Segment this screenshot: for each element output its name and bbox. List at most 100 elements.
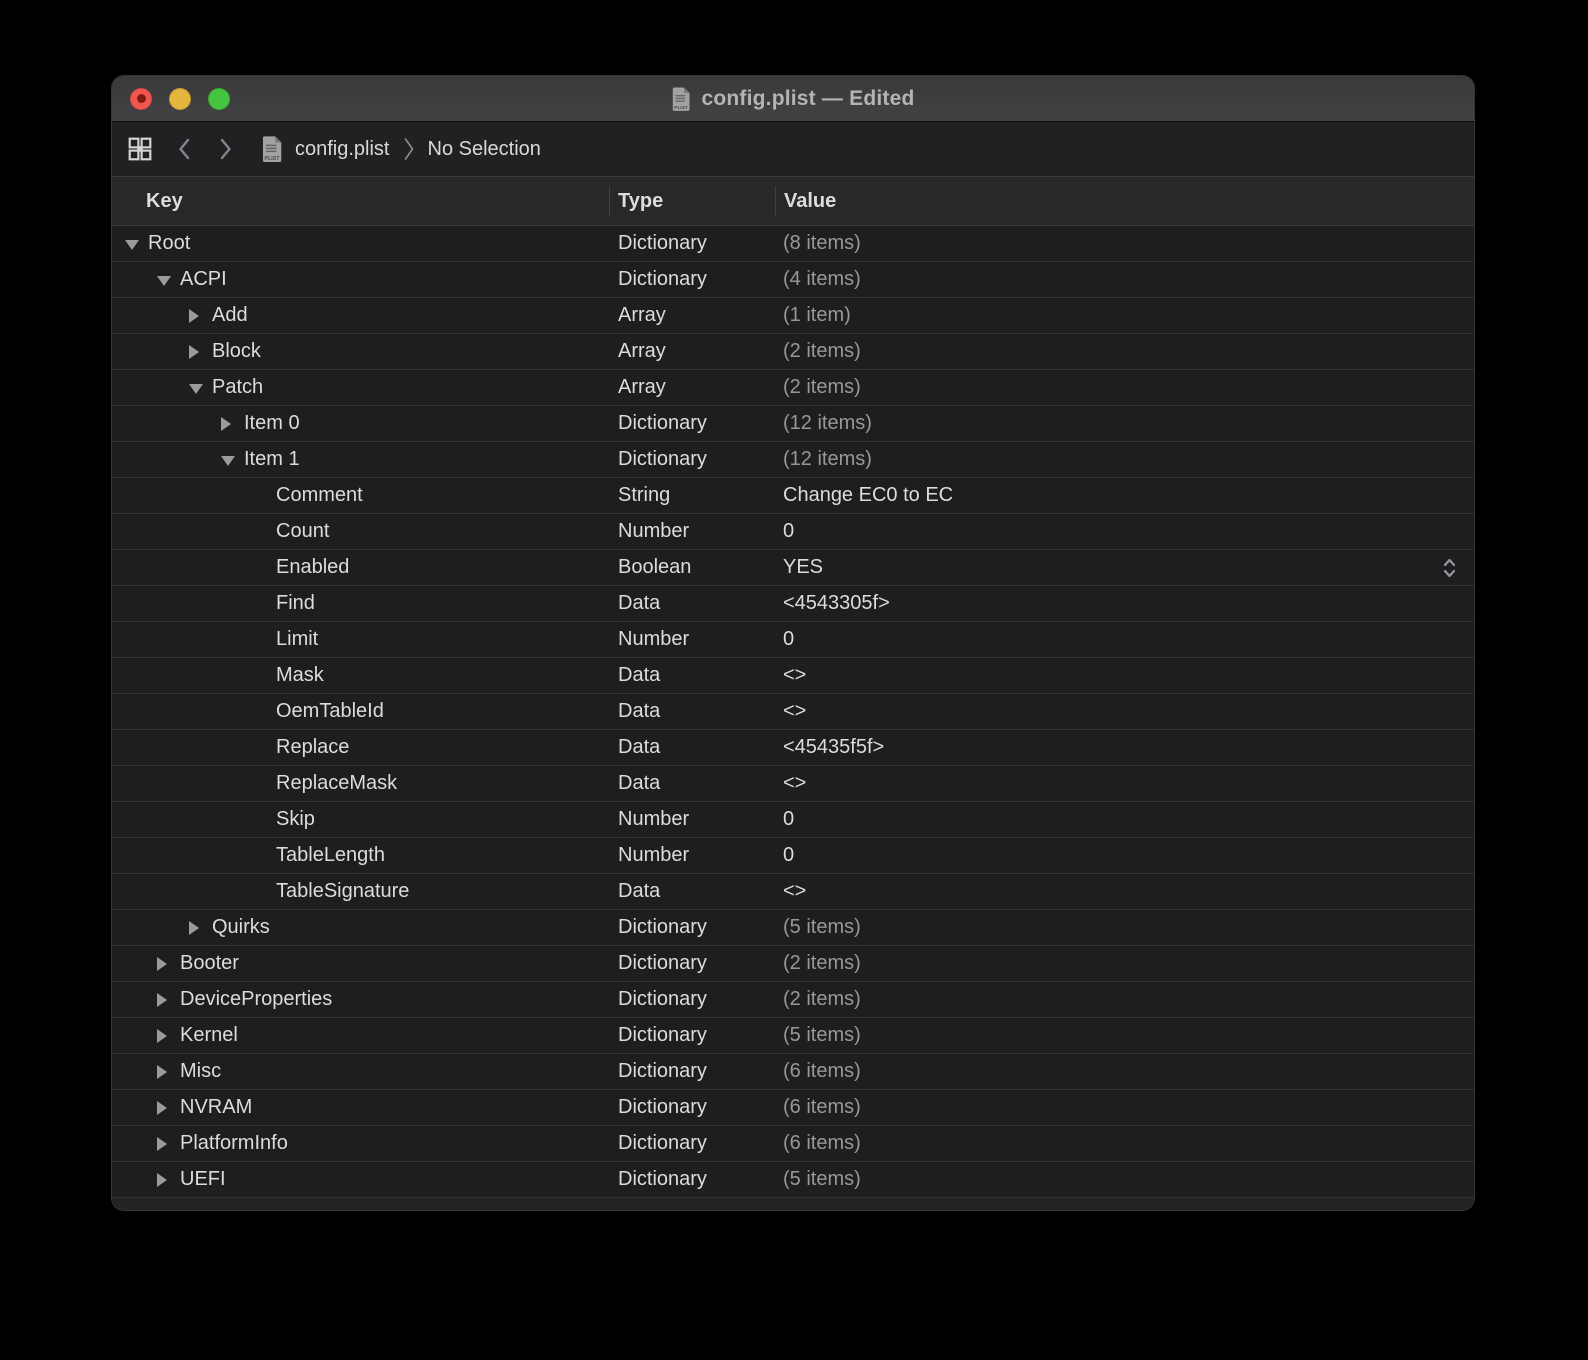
table-row[interactable]: Enabled Boolean YES bbox=[112, 550, 1474, 586]
row-value[interactable]: <> bbox=[783, 664, 806, 687]
row-value[interactable]: <> bbox=[783, 772, 806, 795]
row-type[interactable]: Number bbox=[609, 802, 775, 837]
row-type[interactable]: Data bbox=[609, 694, 775, 729]
table-row[interactable]: TableLength Number 0 bbox=[112, 838, 1474, 874]
table-row[interactable]: DeviceProperties Dictionary (2 items) bbox=[112, 982, 1474, 1018]
column-header-type[interactable]: Type bbox=[609, 177, 775, 225]
minimize-button[interactable] bbox=[169, 88, 191, 110]
zoom-button[interactable] bbox=[208, 88, 230, 110]
row-value[interactable]: (2 items) bbox=[783, 952, 861, 975]
row-type[interactable]: Dictionary bbox=[609, 1126, 775, 1161]
table-row[interactable]: ReplaceMask Data <> bbox=[112, 766, 1474, 802]
table-row[interactable]: Misc Dictionary (6 items) bbox=[112, 1054, 1474, 1090]
column-header-key[interactable]: Key bbox=[112, 177, 609, 225]
row-type[interactable]: Array bbox=[609, 334, 775, 369]
table-row[interactable]: Quirks Dictionary (5 items) bbox=[112, 910, 1474, 946]
row-type[interactable]: Data bbox=[609, 730, 775, 765]
row-type[interactable]: Dictionary bbox=[609, 1162, 775, 1197]
up-down-chevrons-icon[interactable] bbox=[1441, 553, 1458, 583]
disclosure-triangle-icon[interactable] bbox=[157, 1173, 167, 1187]
row-type[interactable]: Data bbox=[609, 766, 775, 801]
breadcrumb-selection[interactable]: No Selection bbox=[428, 138, 541, 161]
table-row[interactable]: ACPI Dictionary (4 items) bbox=[112, 262, 1474, 298]
table-row[interactable]: Mask Data <> bbox=[112, 658, 1474, 694]
row-type[interactable]: Dictionary bbox=[609, 262, 775, 297]
table-row[interactable]: Add Array (1 item) bbox=[112, 298, 1474, 334]
row-type[interactable]: Number bbox=[609, 514, 775, 549]
disclosure-triangle-icon[interactable] bbox=[189, 309, 199, 323]
row-type[interactable]: Dictionary bbox=[609, 1018, 775, 1053]
row-value[interactable]: 0 bbox=[783, 808, 794, 831]
table-row[interactable]: NVRAM Dictionary (6 items) bbox=[112, 1090, 1474, 1126]
row-value[interactable]: (2 items) bbox=[783, 376, 861, 399]
row-value[interactable]: <> bbox=[783, 880, 806, 903]
row-value[interactable]: (5 items) bbox=[783, 916, 861, 939]
disclosure-triangle-icon[interactable] bbox=[157, 276, 171, 286]
disclosure-triangle-icon[interactable] bbox=[221, 456, 235, 466]
table-row[interactable]: TableSignature Data <> bbox=[112, 874, 1474, 910]
table-row[interactable]: Item 1 Dictionary (12 items) bbox=[112, 442, 1474, 478]
row-value[interactable]: (5 items) bbox=[783, 1024, 861, 1047]
disclosure-triangle-icon[interactable] bbox=[157, 1065, 167, 1079]
row-type[interactable]: Data bbox=[609, 586, 775, 621]
breadcrumb-file[interactable]: config.plist bbox=[295, 138, 390, 161]
row-type[interactable]: Number bbox=[609, 838, 775, 873]
row-value[interactable]: (5 items) bbox=[783, 1168, 861, 1191]
row-value[interactable]: Change EC0 to EC bbox=[783, 484, 953, 507]
column-header-value[interactable]: Value bbox=[775, 177, 1474, 225]
table-row[interactable]: Replace Data <45435f5f> bbox=[112, 730, 1474, 766]
row-type[interactable]: Dictionary bbox=[609, 1090, 775, 1125]
table-row[interactable]: Patch Array (2 items) bbox=[112, 370, 1474, 406]
row-type[interactable]: Dictionary bbox=[609, 406, 775, 441]
row-value[interactable]: (2 items) bbox=[783, 340, 861, 363]
row-type[interactable]: Data bbox=[609, 658, 775, 693]
table-row[interactable]: Item 0 Dictionary (12 items) bbox=[112, 406, 1474, 442]
row-value[interactable]: <4543305f> bbox=[783, 592, 890, 615]
table-row[interactable]: OemTableId Data <> bbox=[112, 694, 1474, 730]
row-value[interactable]: (4 items) bbox=[783, 268, 861, 291]
row-type[interactable]: Dictionary bbox=[609, 946, 775, 981]
related-items-grid-icon[interactable] bbox=[127, 136, 153, 162]
row-type[interactable]: Boolean bbox=[609, 550, 775, 585]
row-value[interactable]: (8 items) bbox=[783, 232, 861, 255]
titlebar[interactable]: config.plist — Edited bbox=[112, 76, 1474, 122]
table-row[interactable]: Limit Number 0 bbox=[112, 622, 1474, 658]
row-type[interactable]: Number bbox=[609, 622, 775, 657]
row-type[interactable]: Dictionary bbox=[609, 1054, 775, 1089]
row-type[interactable]: Array bbox=[609, 298, 775, 333]
close-button-edited-dot[interactable] bbox=[130, 88, 152, 110]
row-value[interactable]: 0 bbox=[783, 844, 794, 867]
table-row[interactable]: Skip Number 0 bbox=[112, 802, 1474, 838]
back-chevron-icon[interactable] bbox=[175, 136, 193, 162]
row-value[interactable]: <> bbox=[783, 700, 806, 723]
table-row[interactable]: UEFI Dictionary (5 items) bbox=[112, 1162, 1474, 1198]
disclosure-triangle-icon[interactable] bbox=[189, 921, 199, 935]
table-row[interactable]: Count Number 0 bbox=[112, 514, 1474, 550]
forward-chevron-icon[interactable] bbox=[217, 136, 235, 162]
table-row[interactable]: PlatformInfo Dictionary (6 items) bbox=[112, 1126, 1474, 1162]
row-value[interactable]: (1 item) bbox=[783, 304, 851, 327]
row-value[interactable]: (6 items) bbox=[783, 1132, 861, 1155]
disclosure-triangle-icon[interactable] bbox=[157, 1101, 167, 1115]
row-value[interactable]: (12 items) bbox=[783, 412, 872, 435]
row-value[interactable]: 0 bbox=[783, 520, 794, 543]
disclosure-triangle-icon[interactable] bbox=[189, 384, 203, 394]
row-type[interactable]: Data bbox=[609, 874, 775, 909]
table-row[interactable]: Booter Dictionary (2 items) bbox=[112, 946, 1474, 982]
disclosure-triangle-icon[interactable] bbox=[189, 345, 199, 359]
table-row[interactable]: Block Array (2 items) bbox=[112, 334, 1474, 370]
disclosure-triangle-icon[interactable] bbox=[221, 417, 231, 431]
disclosure-triangle-icon[interactable] bbox=[157, 993, 167, 1007]
row-value[interactable]: (6 items) bbox=[783, 1060, 861, 1083]
disclosure-triangle-icon[interactable] bbox=[157, 1029, 167, 1043]
row-type[interactable]: Dictionary bbox=[609, 442, 775, 477]
row-value[interactable]: (2 items) bbox=[783, 988, 861, 1011]
row-value[interactable]: <45435f5f> bbox=[783, 736, 884, 759]
disclosure-triangle-icon[interactable] bbox=[125, 240, 139, 250]
row-type[interactable]: Dictionary bbox=[609, 910, 775, 945]
table-row[interactable]: Find Data <4543305f> bbox=[112, 586, 1474, 622]
disclosure-triangle-icon[interactable] bbox=[157, 1137, 167, 1151]
row-value[interactable]: YES bbox=[783, 556, 823, 579]
table-row[interactable]: Kernel Dictionary (5 items) bbox=[112, 1018, 1474, 1054]
row-value[interactable]: (6 items) bbox=[783, 1096, 861, 1119]
